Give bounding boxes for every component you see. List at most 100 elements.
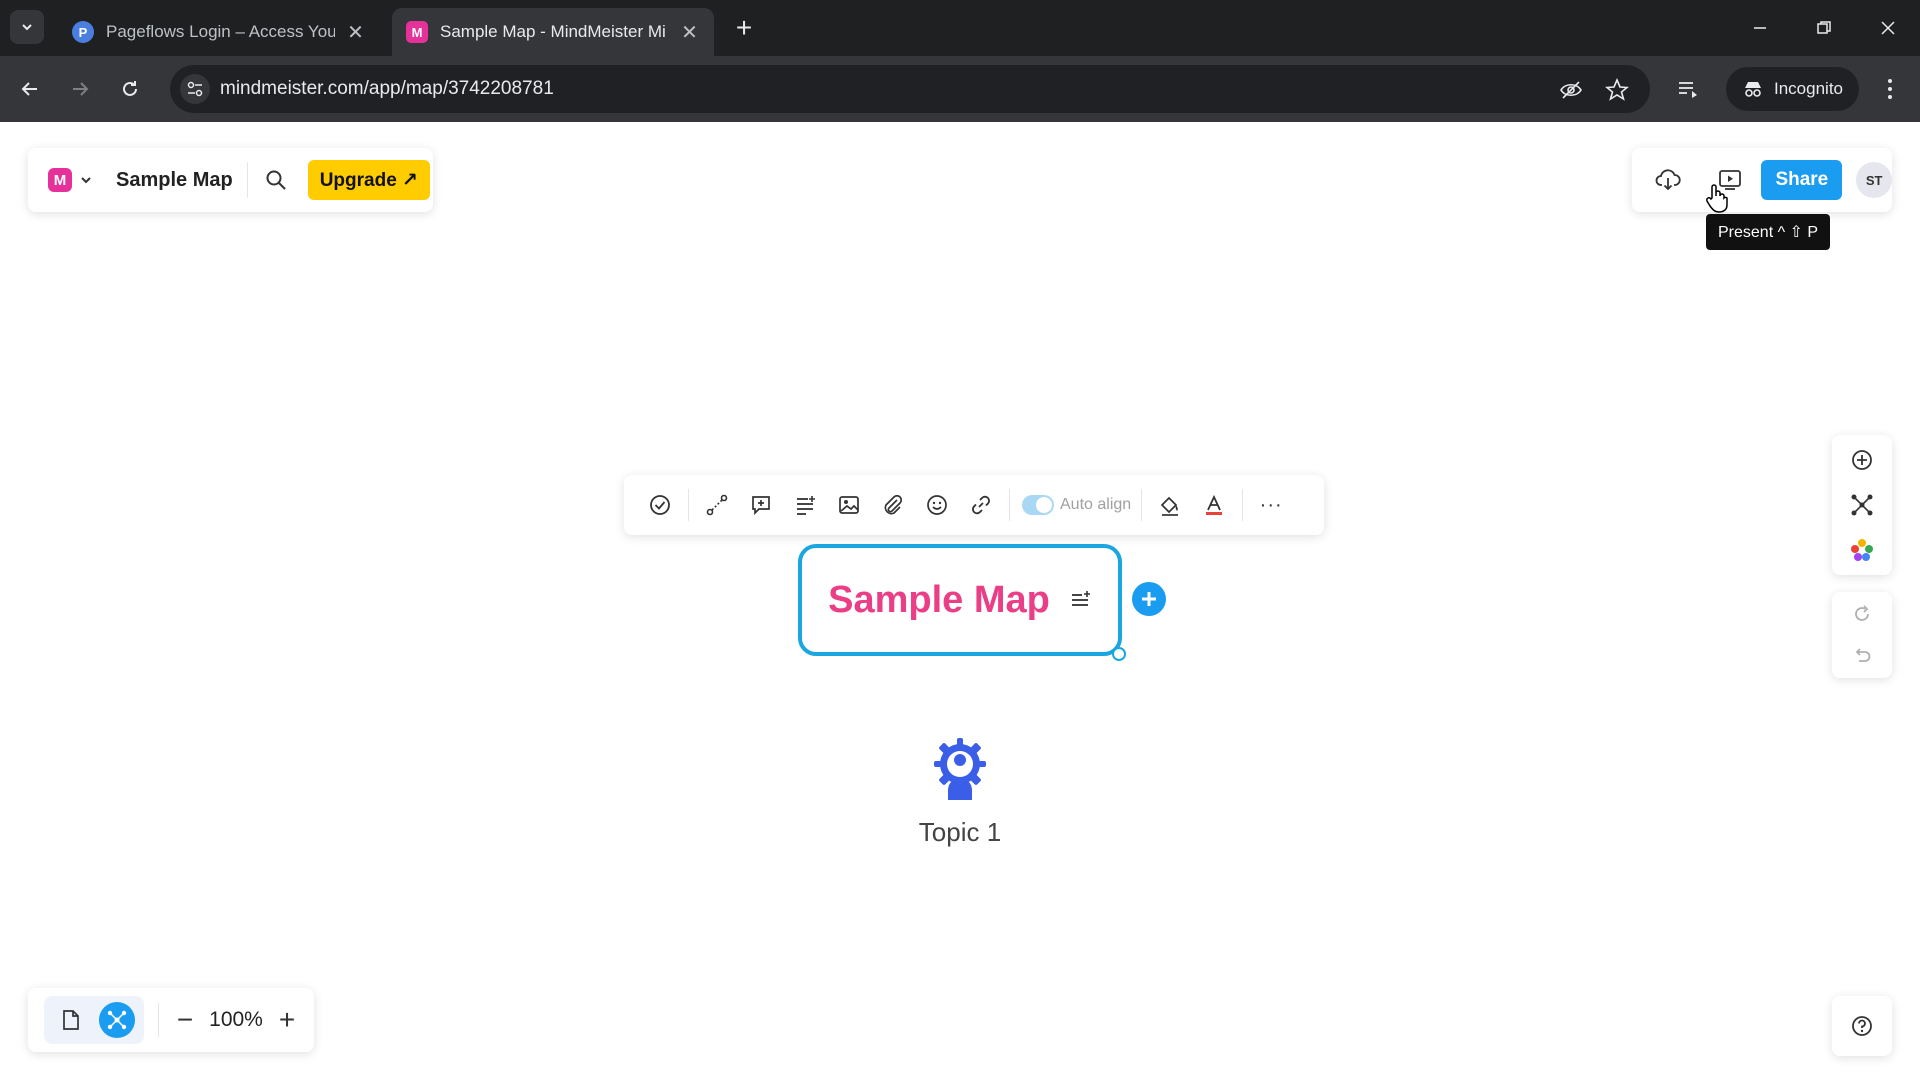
text-color-icon [1206,494,1223,515]
link-button[interactable] [959,483,1003,527]
reload-button[interactable] [114,73,146,105]
node-toolbar: Auto align ··· [624,475,1324,535]
topic-node[interactable]: Topic 1 [880,734,1040,848]
outline-view-button[interactable] [53,1002,89,1038]
gear-person-icon [934,738,986,800]
zoom-in-button[interactable]: + [269,1002,305,1038]
connector-icon [706,494,728,516]
help-icon [1852,1016,1872,1036]
emoji-icon [927,495,947,515]
share-label: Share [1775,169,1829,190]
divider [246,162,248,198]
app-menu-button[interactable] [72,160,100,200]
present-tooltip: Present ^ ⇧ P [1706,214,1831,250]
redo-icon [1855,605,1869,621]
add-child-topic-button[interactable] [1132,582,1166,616]
close-tab-icon[interactable]: ✕ [679,20,700,45]
mindmeister-logo-icon[interactable]: M [48,168,72,192]
theme-button[interactable] [1842,530,1882,570]
search-button[interactable] [256,160,296,200]
more-options-button[interactable]: ··· [1249,483,1293,527]
export-button[interactable] [1648,160,1688,200]
browser-tab-bar: P Pageflows Login – Access Your ✕ M Samp… [0,0,1920,56]
arrow-right-icon [73,82,89,96]
link-icon [972,495,990,515]
history-card [1832,592,1892,678]
url-text[interactable]: mindmeister.com/app/map/3742208781 [220,78,554,100]
resize-handle[interactable] [1112,647,1126,661]
pageflows-favicon-icon: P [72,21,94,43]
hand-cursor-icon [1706,184,1728,213]
redo-button[interactable] [1842,594,1882,634]
avatar[interactable]: ST [1856,162,1892,198]
plus-circle-icon [1852,450,1872,470]
reading-list-button[interactable] [1672,73,1704,105]
map-title[interactable]: Sample Map [116,169,233,192]
bookmark-button[interactable] [1604,77,1630,103]
minimize-icon [1754,27,1766,29]
back-button[interactable] [14,73,46,105]
search-icon [266,170,286,190]
undo-icon [1855,648,1871,662]
auto-align-label: Auto align [1060,496,1132,513]
tab-title: Sample Map - MindMeister Mi [440,22,666,41]
share-button[interactable]: Share [1761,160,1843,200]
document-icon [63,1010,80,1030]
divider [688,489,689,521]
arrow-left-icon [21,82,37,96]
undo-button[interactable] [1842,636,1882,676]
layout-button[interactable] [1842,485,1882,525]
site-info-button[interactable] [180,74,210,104]
mindmap-layout-icon [1851,494,1873,516]
text-color-button[interactable] [1192,483,1236,527]
forward-button[interactable] [64,73,96,105]
divider [158,1003,159,1037]
root-topic-node[interactable]: Sample Map [798,544,1122,656]
view-switcher [44,996,144,1044]
comment-plus-icon [752,496,770,516]
style-button[interactable] [1148,483,1192,527]
site-settings-icon [187,81,203,97]
comment-button[interactable] [739,483,783,527]
topic-label[interactable]: Topic 1 [880,817,1040,848]
tab-title: Pageflows Login – Access Your [106,22,335,41]
paperclip-icon [884,494,903,515]
close-window-button[interactable] [1868,12,1908,44]
close-icon [1881,21,1895,35]
root-topic-label[interactable]: Sample Map [828,579,1050,622]
help-card [1832,996,1892,1056]
browser-tab-mindmeister[interactable]: M Sample Map - MindMeister Mi ✕ [392,8,714,56]
tracking-protection-button[interactable] [1558,77,1584,103]
notes-button[interactable] [783,483,827,527]
incognito-label: Incognito [1774,79,1843,98]
close-tab-icon[interactable]: ✕ [345,20,366,45]
zoom-out-button[interactable]: − [167,1002,203,1038]
image-button[interactable] [827,483,871,527]
emoji-button[interactable] [915,483,959,527]
browser-menu-button[interactable] [1874,73,1906,105]
upgrade-button[interactable]: Upgrade ↗ [307,160,430,200]
task-button[interactable] [638,483,682,527]
auto-align-toggle[interactable] [1022,495,1054,515]
mindmeister-favicon-icon: M [406,21,428,43]
notes-icon [797,496,815,515]
new-tab-button[interactable]: + [728,12,760,44]
map-canvas[interactable]: M Sample Map Upgrade ↗ Share ST Present … [0,122,1920,1080]
incognito-icon [1745,82,1761,97]
cloud-download-icon [1655,169,1681,191]
incognito-indicator[interactable]: Incognito [1726,67,1859,111]
restore-window-button[interactable] [1804,12,1844,44]
add-topic-button[interactable] [1842,440,1882,480]
zoom-level[interactable]: 100% [203,1008,269,1032]
minimize-window-button[interactable] [1740,12,1780,44]
tab-search-button[interactable] [10,10,44,44]
upgrade-label: Upgrade ↗ [319,169,418,191]
star-icon [1605,78,1629,101]
browser-tab-pageflows[interactable]: P Pageflows Login – Access Your ✕ [58,8,380,56]
attachment-button[interactable] [871,483,915,527]
notes-icon[interactable] [1070,589,1092,611]
help-button[interactable] [1842,1006,1882,1046]
mindmap-view-button[interactable] [98,1002,135,1038]
connection-button[interactable] [695,483,739,527]
address-bar[interactable]: mindmeister.com/app/map/3742208781 [170,65,1650,113]
